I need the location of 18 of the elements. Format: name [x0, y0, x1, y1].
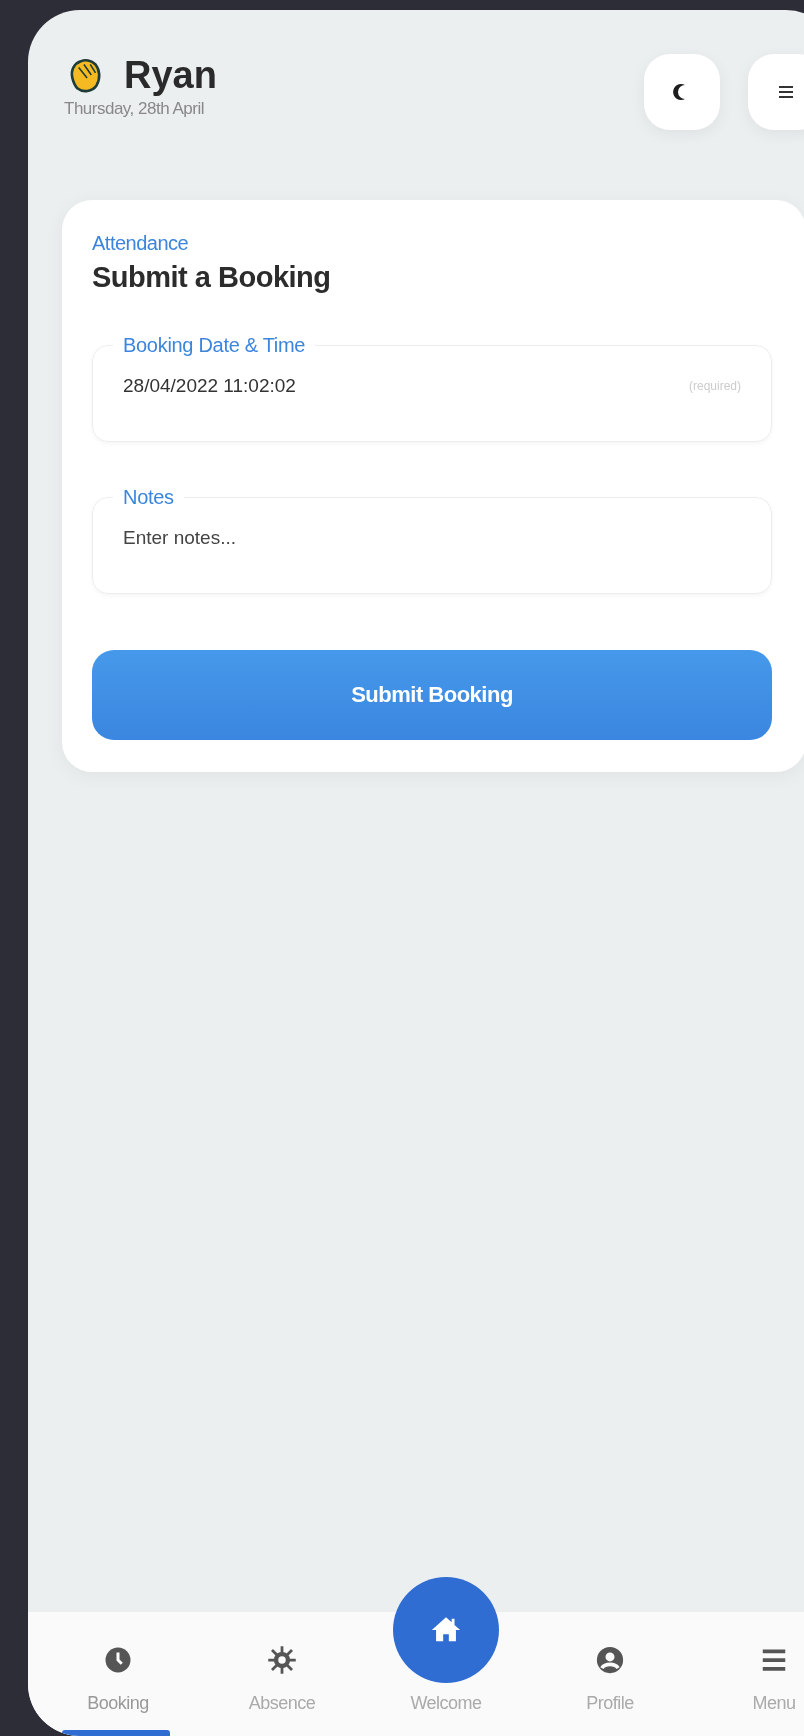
- field-legend: Notes: [113, 486, 184, 509]
- clock-icon: [103, 1645, 133, 1675]
- user-name: Ryan: [124, 54, 217, 97]
- submit-button[interactable]: Submit Booking: [92, 650, 772, 740]
- nav-tab[interactable]: Absence: [222, 1645, 342, 1736]
- dark-mode-button[interactable]: [644, 54, 720, 130]
- nav-tab[interactable]: Profile: [550, 1645, 670, 1736]
- profile-icon: [595, 1645, 625, 1675]
- nav-tab[interactable]: Welcome: [386, 1560, 506, 1736]
- field-legend: Booking Date & Time: [113, 334, 316, 357]
- sun-icon: [267, 1645, 297, 1675]
- field-value: 28/04/2022 11:02:02: [123, 375, 296, 397]
- date-text: Thursday, 28th April: [64, 99, 205, 119]
- nav-tab[interactable]: Menu: [714, 1645, 804, 1736]
- nav-tab[interactable]: Booking: [58, 1645, 178, 1736]
- card-title: Submit a Booking: [92, 261, 332, 294]
- menu-button[interactable]: [748, 54, 804, 130]
- card-eyebrow: Attendance: [92, 232, 190, 255]
